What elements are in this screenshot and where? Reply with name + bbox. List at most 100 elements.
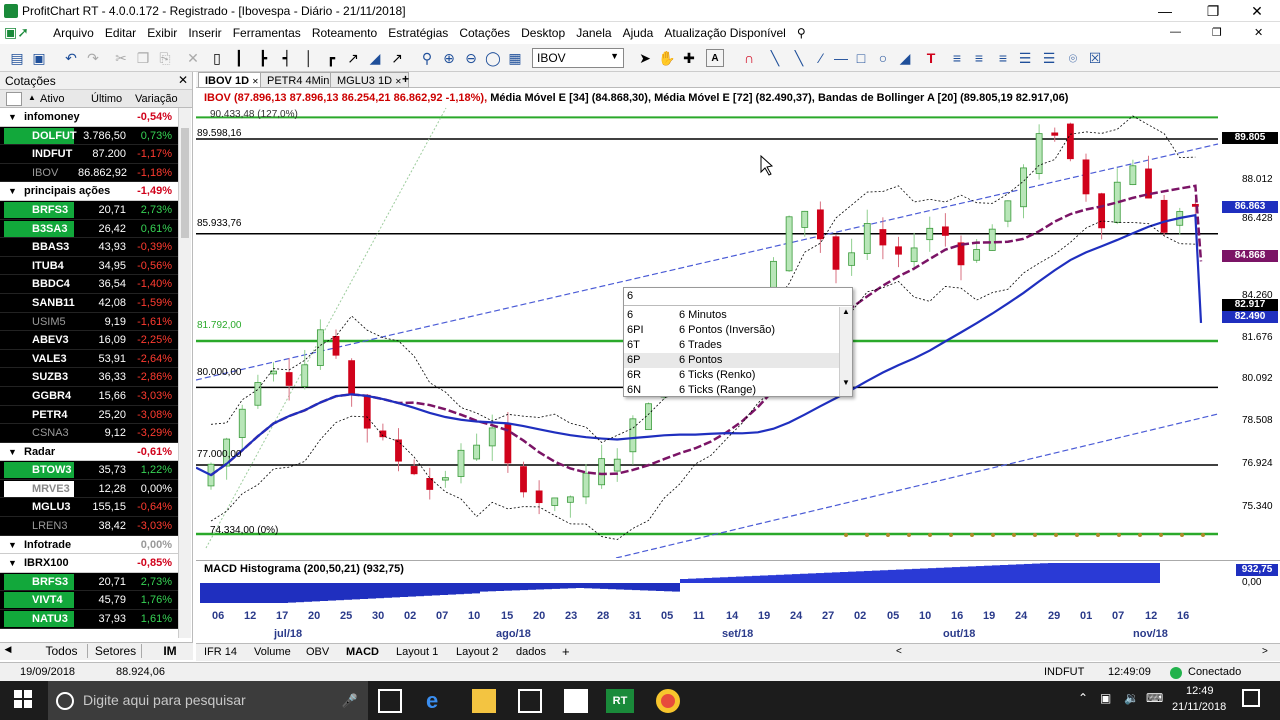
explorer-icon[interactable]: [472, 689, 496, 713]
ohlc-icon[interactable]: ┣: [254, 49, 272, 67]
channel-icon[interactable]: ⁄: [812, 49, 830, 67]
chart-icon[interactable]: ▤: [8, 49, 26, 67]
mic-icon[interactable]: 🎤: [342, 681, 358, 720]
collapse-icon[interactable]: ▼: [8, 536, 17, 554]
mdi-minimize-icon[interactable]: —: [1170, 26, 1181, 38]
zoom-out-icon[interactable]: ⊖: [462, 49, 480, 67]
quote-row[interactable]: BRFS3 20,71 2,73%: [0, 573, 178, 592]
timeframe-input[interactable]: 6: [624, 288, 852, 306]
scroll-up-icon[interactable]: ▲: [840, 307, 852, 316]
ac-item-6pi[interactable]: 6PI 6 Pontos (Inversão): [624, 323, 839, 338]
crosshair-icon[interactable]: ✚: [680, 49, 698, 67]
menu-ferramentas[interactable]: Ferramentas: [229, 22, 305, 44]
start-icon[interactable]: [14, 690, 32, 708]
ac-item-6t[interactable]: 6T 6 Trades: [624, 338, 839, 353]
tab-volume[interactable]: Volume: [254, 646, 291, 658]
menu-ajuda[interactable]: Ajuda: [619, 22, 658, 44]
minimize-button[interactable]: —: [1142, 0, 1188, 22]
tab-macd[interactable]: MACD: [346, 646, 379, 658]
menu-exibir[interactable]: Exibir: [143, 22, 181, 44]
zoom-icon[interactable]: ⚲: [418, 49, 436, 67]
collapse-icon[interactable]: ▼: [8, 182, 17, 200]
redo-icon[interactable]: ↷: [84, 49, 102, 67]
ray-icon[interactable]: ╲: [790, 49, 808, 67]
undo-icon[interactable]: ↶: [62, 49, 80, 67]
triangle-icon[interactable]: ◢: [896, 49, 914, 67]
ac-item-6p[interactable]: 6P 6 Pontos: [624, 353, 839, 368]
mail-icon[interactable]: [564, 689, 588, 713]
tab-im[interactable]: IM: [150, 644, 190, 658]
quote-group[interactable]: ▼ principais ações -1,49%: [0, 182, 178, 201]
close-line-icon[interactable]: │: [300, 49, 318, 67]
quotes-scrollbar[interactable]: [178, 108, 191, 638]
search-icon[interactable]: ⚲: [793, 22, 810, 44]
quote-row[interactable]: BBDC4 36,54 -1,40%: [0, 275, 178, 294]
collapse-icon[interactable]: ▼: [8, 108, 17, 126]
menu-arquivo[interactable]: Arquivo: [49, 22, 98, 44]
gann-icon[interactable]: ☒: [1086, 49, 1104, 67]
quote-group[interactable]: ▼ Radar -0,61%: [0, 443, 178, 462]
quote-group[interactable]: ▼ Infotrade 0,00%: [0, 536, 178, 555]
menu-roteamento[interactable]: Roteamento: [308, 22, 381, 44]
menu-inserir[interactable]: Inserir: [184, 22, 225, 44]
zoom-in-icon[interactable]: ⊕: [440, 49, 458, 67]
tab-layout-2[interactable]: Layout 2: [456, 646, 498, 658]
quote-row[interactable]: DOLFUT 3.786,50 0,73%: [0, 127, 178, 146]
magnet-icon[interactable]: ∩: [740, 49, 758, 67]
add-layout-icon[interactable]: +: [562, 644, 570, 659]
settings-icon[interactable]: [6, 92, 22, 106]
quote-row[interactable]: BBAS3 43,93 -0,39%: [0, 238, 178, 257]
timeframe-autocomplete[interactable]: 6 66 Minutos 6PI 6 Pontos (Inversão) 6T 6 …: [623, 287, 853, 397]
tab-layout-1[interactable]: Layout 1: [396, 646, 438, 658]
tabs-prev-icon[interactable]: ◀: [4, 644, 12, 655]
quote-row[interactable]: INDFUT 87.200 -1,17%: [0, 145, 178, 164]
text-icon[interactable]: T: [922, 49, 940, 67]
quote-row[interactable]: PETR4 25,20 -3,08%: [0, 406, 178, 425]
notification-icon[interactable]: [1242, 689, 1260, 707]
renko-icon[interactable]: ↗: [388, 49, 406, 67]
tab-mglu3-1d[interactable]: MGLU3 1D ✕: [330, 72, 409, 88]
save-icon[interactable]: ▣: [30, 49, 48, 67]
hlc-icon[interactable]: ┥: [278, 49, 296, 67]
menu-atualizacao[interactable]: Atualização Disponível: [660, 22, 789, 44]
candle-icon[interactable]: ▯: [208, 49, 226, 67]
quote-row[interactable]: B3SA3 26,42 0,61%: [0, 220, 178, 239]
ac-item-6r[interactable]: 6R 6 Ticks (Renko): [624, 368, 839, 383]
edge-icon[interactable]: e: [426, 689, 450, 713]
cursor-icon[interactable]: ➤: [636, 49, 654, 67]
maximize-button[interactable]: ❐: [1190, 0, 1236, 22]
quote-row[interactable]: VALE3 53,91 -2,64%: [0, 350, 178, 369]
tab-setores[interactable]: Setores: [90, 644, 142, 658]
trendline-icon[interactable]: ╲: [766, 49, 784, 67]
column-ativo[interactable]: Ativo: [40, 93, 64, 105]
tab-close-icon[interactable]: ✕: [395, 77, 402, 86]
fib-ext-icon[interactable]: ≡: [970, 49, 988, 67]
hline-icon[interactable]: —: [832, 49, 850, 67]
tab-todos[interactable]: Todos: [36, 644, 88, 658]
add-tab-icon[interactable]: +: [402, 72, 409, 86]
quote-group[interactable]: ▼ IBRX100 -0,85%: [0, 554, 178, 573]
delete-icon[interactable]: ✕: [184, 49, 202, 67]
copy-icon[interactable]: ❐: [134, 49, 152, 67]
zoom-reset-icon[interactable]: ◯: [484, 49, 502, 67]
quote-row[interactable]: MRVE3 12,28 0,00%: [0, 480, 178, 499]
close-button[interactable]: ✕: [1234, 0, 1280, 22]
language-icon[interactable]: ⌨: [1146, 691, 1163, 705]
menu-janela[interactable]: Janela: [572, 22, 615, 44]
quote-row[interactable]: SANB11 42,08 -1,59%: [0, 294, 178, 313]
rectangle-icon[interactable]: □: [852, 49, 870, 67]
ac-item-6[interactable]: 6 6 Minutos: [624, 308, 839, 323]
profitchart-icon[interactable]: RT: [606, 689, 634, 713]
text-tool-icon[interactable]: A: [706, 49, 724, 67]
volume-icon[interactable]: 🔉: [1124, 691, 1139, 705]
fib-time-icon[interactable]: ☰: [1016, 49, 1034, 67]
quote-row[interactable]: USIM5 9,19 -1,61%: [0, 313, 178, 332]
menu-cotacoes[interactable]: Cotações: [455, 22, 514, 44]
quote-row[interactable]: BRFS3 20,71 2,73%: [0, 201, 178, 220]
tab-dados[interactable]: dados: [516, 646, 546, 658]
grid-icon[interactable]: ▦: [506, 49, 524, 67]
quote-row[interactable]: ITUB4 34,95 -0,56%: [0, 257, 178, 276]
quote-row[interactable]: LREN3 38,42 -3,03%: [0, 517, 178, 536]
pitchfork-icon[interactable]: ⌾: [1064, 49, 1082, 67]
line-chart-icon[interactable]: ↗: [344, 49, 362, 67]
